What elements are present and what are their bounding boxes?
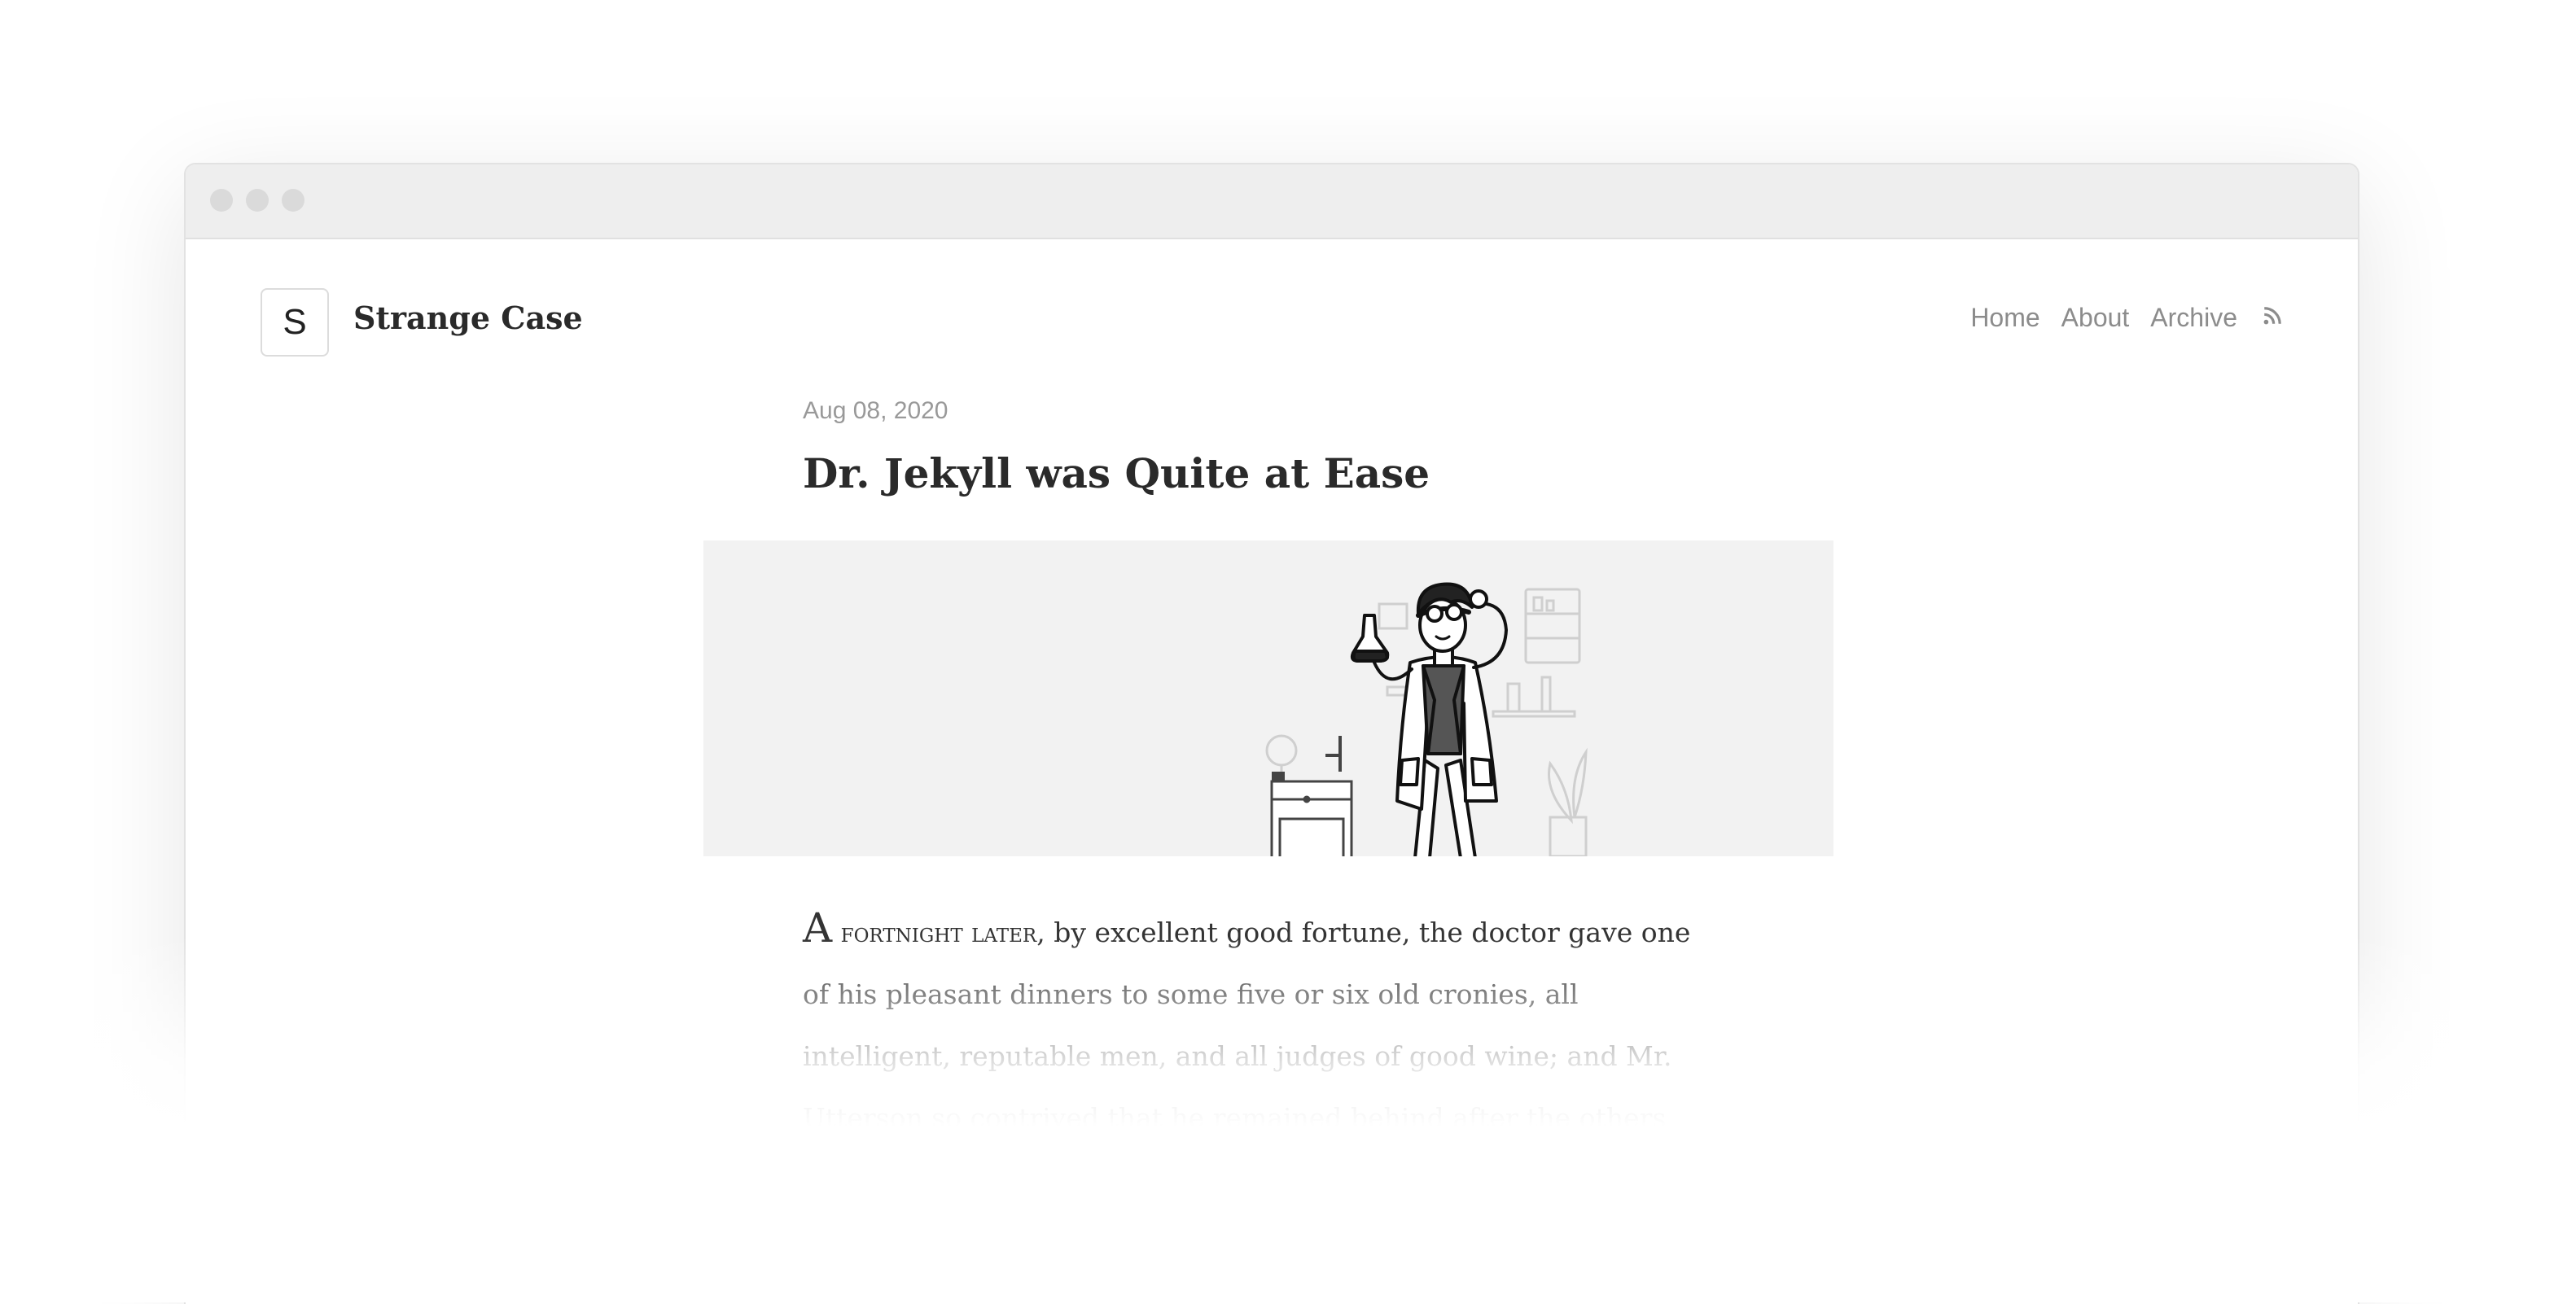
- post-body: A fortnight later, by excellent good for…: [803, 897, 1715, 1211]
- rss-icon: [2263, 307, 2281, 325]
- post-body-text: , by excellent good fortune, the doctor …: [803, 917, 1691, 1196]
- post-dropcap: A: [803, 904, 833, 952]
- site-logo[interactable]: S: [261, 288, 329, 357]
- window-close-dot[interactable]: [210, 189, 233, 212]
- window-minimize-dot[interactable]: [246, 189, 269, 212]
- browser-window: S Strange Case Home About Archive Aug 08…: [184, 163, 2359, 1304]
- window-maximize-dot[interactable]: [282, 189, 304, 212]
- post-lead: fortnight later: [840, 917, 1037, 948]
- window-titlebar: [186, 164, 2358, 239]
- nav-home-link[interactable]: Home: [1970, 303, 2039, 333]
- nav-archive-link[interactable]: Archive: [2150, 303, 2237, 333]
- post-date: Aug 08, 2020: [803, 397, 948, 424]
- post-hero-image: [703, 540, 1833, 856]
- rss-link[interactable]: [2258, 303, 2283, 333]
- scientist-illustration: [1265, 582, 1588, 856]
- main-nav: Home About Archive: [1970, 303, 2283, 333]
- post-title[interactable]: Dr. Jekyll was Quite at Ease: [803, 449, 1430, 497]
- nav-about-link[interactable]: About: [2061, 303, 2130, 333]
- site-title[interactable]: Strange Case: [353, 300, 583, 336]
